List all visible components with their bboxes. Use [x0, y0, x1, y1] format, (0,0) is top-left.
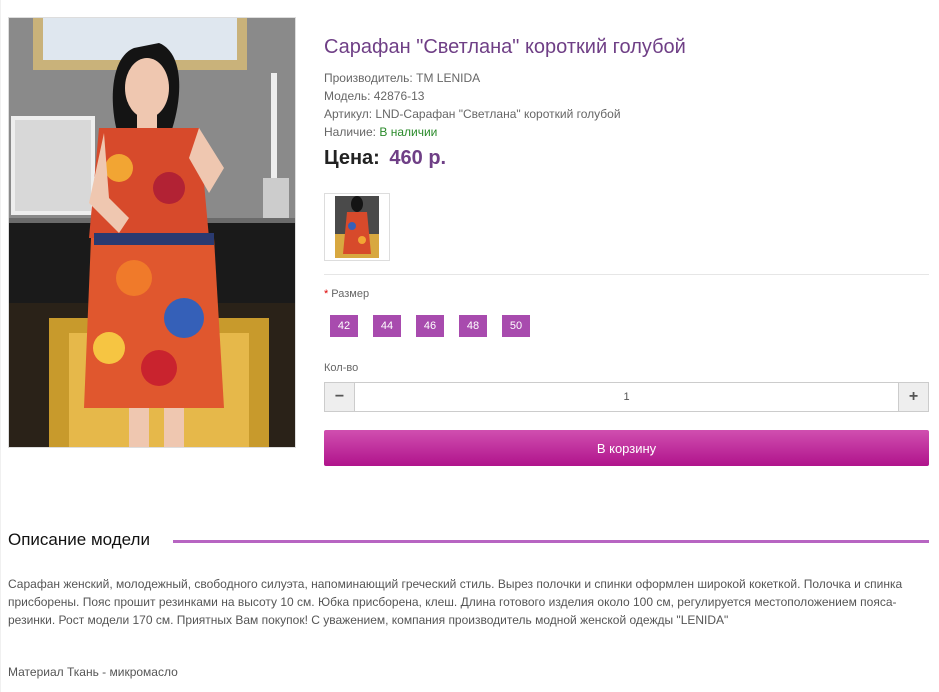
- price-value: 460 р.: [389, 147, 447, 169]
- description-heading: Описание модели: [8, 530, 150, 549]
- size-option-50[interactable]: 50: [502, 315, 530, 337]
- size-option-44[interactable]: 44: [373, 315, 401, 337]
- availability-row: Наличие: В наличии: [324, 123, 621, 141]
- minus-icon: −: [334, 388, 345, 405]
- manufacturer-label: Производитель:: [324, 71, 413, 85]
- size-option-46[interactable]: 46: [416, 315, 444, 337]
- options-divider: [324, 274, 929, 275]
- quantity-label: Кол-во: [324, 362, 359, 374]
- model-row: Модель: 42876-13: [324, 87, 621, 105]
- quantity-stepper: − +: [324, 382, 929, 412]
- quantity-decrease-button[interactable]: −: [324, 382, 355, 412]
- price: Цена: 460 р.: [324, 147, 446, 170]
- sku-value: LND-Сарафан "Светлана" короткий голубой: [375, 107, 621, 121]
- size-option-42[interactable]: 42: [330, 315, 358, 337]
- size-label: * Размер: [324, 288, 369, 300]
- product-thumbnail[interactable]: [324, 193, 390, 261]
- manufacturer-value[interactable]: TM LENIDA: [416, 71, 480, 85]
- manufacturer-row: Производитель: TM LENIDA: [324, 69, 621, 87]
- quantity-input[interactable]: [355, 382, 898, 412]
- sku-label: Артикул:: [324, 107, 373, 121]
- size-options: 42 44 46 48 50: [330, 315, 530, 337]
- sku-row: Артикул: LND-Сарафан "Светлана" короткий…: [324, 105, 621, 123]
- availability-status: В наличии: [379, 125, 438, 139]
- availability-label: Наличие:: [324, 125, 377, 139]
- description-paragraph: Сарафан женский, молодежный, свободного …: [8, 577, 903, 627]
- required-mark: *: [324, 288, 329, 300]
- plus-icon: +: [908, 388, 919, 405]
- model-value: 42876-13: [373, 89, 425, 103]
- price-label: Цена:: [324, 147, 380, 169]
- size-option-48[interactable]: 48: [459, 315, 487, 337]
- model-label: Модель:: [324, 89, 371, 103]
- description-text: Сарафан женский, молодежный, свободного …: [8, 575, 933, 629]
- product-meta: Производитель: TM LENIDA Модель: 42876-1…: [324, 69, 621, 141]
- quantity-increase-button[interactable]: +: [898, 382, 929, 412]
- product-title: Сарафан "Светлана" короткий голубой: [324, 36, 686, 58]
- material-info: Материал Ткань - микромасло: [8, 665, 178, 679]
- product-main-image[interactable]: [8, 17, 296, 448]
- add-to-cart-button[interactable]: В корзину: [324, 430, 929, 466]
- size-label-text: Размер: [331, 288, 370, 300]
- description-heading-rule: [173, 540, 929, 543]
- page-edge: [0, 0, 1, 692]
